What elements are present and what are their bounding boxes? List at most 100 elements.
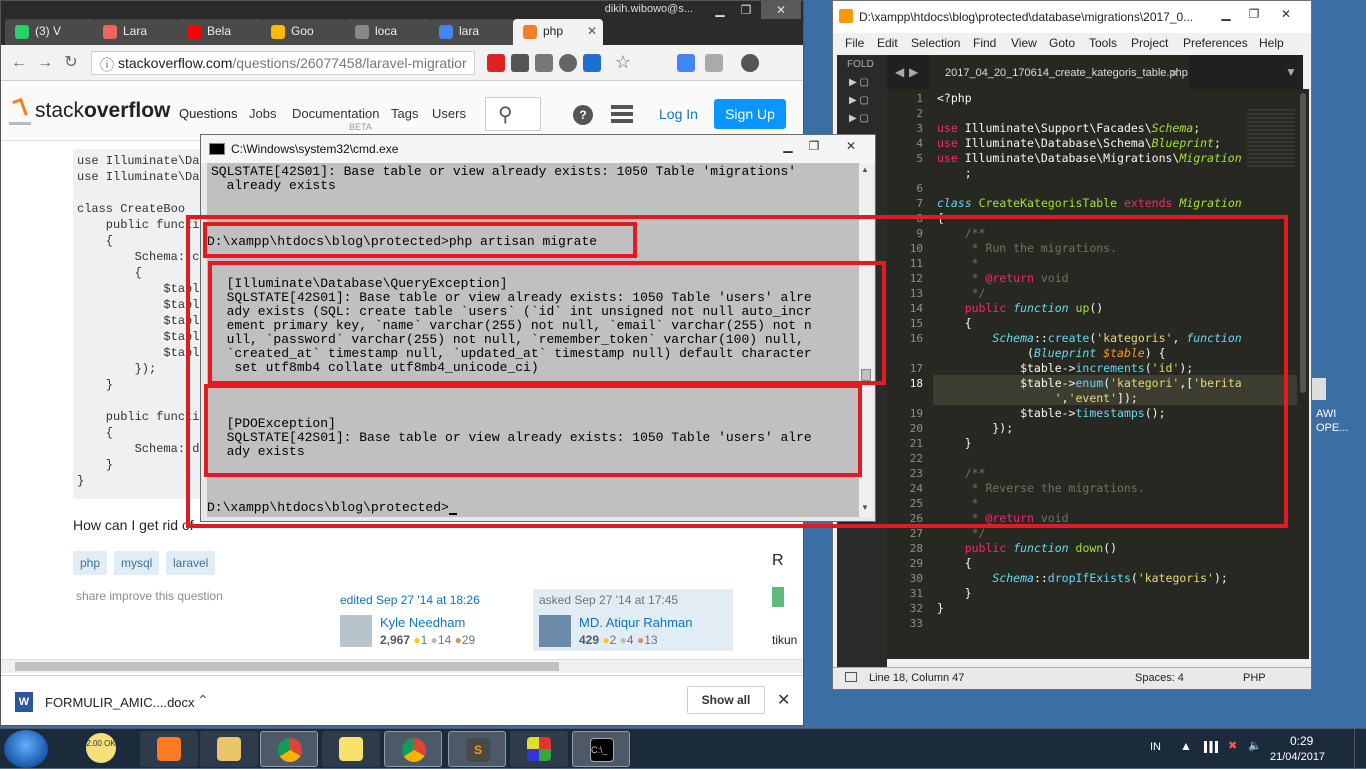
folder-item[interactable]: ▶ ▢ — [849, 95, 869, 106]
chrome-profile[interactable]: dikih.wibowo@s... — [605, 3, 693, 15]
nav-tags[interactable]: Tags — [391, 106, 418, 121]
sign-up-button[interactable]: Sign Up — [714, 99, 786, 129]
address-bar[interactable]: ⓘ stackoverflow.com/questions/26077458/l… — [91, 51, 475, 75]
browser-tab[interactable]: loca — [345, 19, 431, 45]
tab-nav-right-icon[interactable]: ▶ — [909, 65, 918, 79]
tab-dropdown-icon[interactable]: ▼ — [1285, 65, 1297, 79]
scroll-up-icon[interactable]: ▲ — [861, 165, 869, 174]
help-icon[interactable]: ? — [573, 105, 593, 125]
minimize-button[interactable]: ▁ — [775, 137, 801, 155]
speed-meter-badge[interactable]: 2.00 OK — [86, 733, 116, 763]
menu-edit[interactable]: Edit — [877, 36, 898, 50]
show-hidden-icons[interactable]: ▲ — [1180, 739, 1192, 753]
extension-icon[interactable] — [559, 54, 577, 72]
close-window-button[interactable]: ✕ — [1273, 5, 1299, 23]
pdf-extension-icon[interactable] — [487, 54, 505, 72]
taskbar-cmd[interactable]: C:\_ — [572, 731, 630, 767]
extension-icon[interactable] — [583, 54, 601, 72]
nav-users[interactable]: Users — [432, 106, 466, 121]
maximize-button[interactable]: ❐ — [801, 137, 827, 155]
menu-icon[interactable] — [611, 105, 633, 123]
taskbar-explorer[interactable] — [200, 731, 258, 767]
tag-mysql[interactable]: mysql — [114, 551, 160, 575]
show-all-button[interactable]: Show all — [687, 686, 765, 714]
show-desktop-button[interactable] — [1354, 729, 1366, 769]
extension-icon[interactable] — [535, 54, 553, 72]
extension-icon[interactable] — [511, 54, 529, 72]
nav-documentation[interactable]: Documentation — [292, 106, 379, 121]
tag-php[interactable]: php — [73, 551, 108, 575]
desktop-icon[interactable]: AWI OPE... — [1312, 378, 1366, 438]
download-item[interactable]: FORMULIR_AMIC....docx — [45, 695, 195, 710]
menu-tools[interactable]: Tools — [1089, 36, 1117, 50]
horizontal-scrollbar[interactable] — [1, 659, 803, 673]
search-button[interactable]: ⚲ — [485, 97, 541, 131]
menu-file[interactable]: File — [845, 36, 864, 50]
menu-view[interactable]: View — [1011, 36, 1037, 50]
forward-icon[interactable]: → — [35, 53, 55, 73]
chevron-up-icon[interactable]: ⌃ — [197, 692, 209, 709]
browser-tab[interactable]: lara — [429, 19, 515, 45]
bookmark-star-icon[interactable]: ☆ — [613, 52, 633, 72]
close-window-button[interactable]: ✕ — [831, 137, 871, 155]
taskbar-sublime[interactable]: S — [448, 731, 506, 767]
syntax-setting[interactable]: PHP — [1243, 672, 1266, 684]
avatar[interactable] — [340, 615, 372, 647]
clock-time[interactable]: 0:29 — [1290, 734, 1313, 748]
taskbar-chrome-alt[interactable] — [384, 731, 442, 767]
network-icon[interactable]: ✖ — [1228, 739, 1237, 752]
close-window-button[interactable]: ✕ — [761, 1, 801, 19]
taskbar-sticky-notes[interactable] — [322, 731, 380, 767]
back-icon[interactable]: ← — [9, 53, 29, 73]
nav-questions[interactable]: Questions — [179, 106, 238, 121]
clock-date[interactable]: 21/04/2017 — [1270, 751, 1325, 763]
browser-tab[interactable]: (3) V — [5, 19, 95, 45]
editor-tab[interactable]: 2017_04_20_170614_create_kategoris_table… — [929, 55, 1189, 89]
minimize-button[interactable]: ▁ — [1213, 5, 1239, 23]
log-in-link[interactable]: Log In — [659, 106, 698, 122]
user-link[interactable]: Kyle Needham — [380, 615, 465, 630]
extension-icon[interactable] — [705, 54, 723, 72]
menu-help[interactable]: Help — [1259, 36, 1284, 50]
avatar[interactable] — [539, 615, 571, 647]
share-links[interactable]: share improve this question — [76, 589, 223, 603]
minimize-button[interactable]: ▁ — [707, 1, 733, 19]
close-tab-icon[interactable]: ✕ — [587, 24, 597, 38]
indentation-setting[interactable]: Spaces: 4 — [1135, 672, 1184, 684]
browser-tab[interactable]: Goo — [261, 19, 347, 45]
menu-selection[interactable]: Selection — [911, 36, 960, 50]
close-tab-icon[interactable]: ✕ — [1170, 67, 1179, 80]
folder-item[interactable]: ▶ ▢ — [849, 77, 869, 88]
tag-laravel[interactable]: laravel — [166, 551, 216, 575]
panel-toggle-icon[interactable] — [845, 672, 857, 682]
taskbar-git[interactable] — [510, 731, 568, 767]
menu-project[interactable]: Project — [1131, 36, 1168, 50]
taskbar-chrome[interactable] — [260, 731, 318, 767]
browser-tab[interactable]: Lara — [93, 19, 179, 45]
nav-jobs[interactable]: Jobs — [249, 106, 276, 121]
menu-preferences[interactable]: Preferences — [1183, 36, 1248, 50]
tab-nav-left-icon[interactable]: ◀ — [895, 65, 904, 79]
signal-icon[interactable] — [1204, 741, 1218, 753]
translate-icon[interactable] — [677, 54, 695, 72]
close-icon[interactable]: ✕ — [777, 690, 790, 710]
start-button[interactable] — [4, 730, 48, 768]
scrollbar-thumb[interactable] — [1300, 93, 1306, 393]
browser-tab-active[interactable]: php ✕ — [513, 19, 603, 45]
folder-item[interactable]: ▶ ▢ — [849, 113, 869, 124]
editor-scrollbar[interactable] — [1297, 89, 1309, 659]
minimap[interactable] — [1247, 109, 1295, 169]
volume-icon[interactable]: 🔈 — [1248, 739, 1262, 752]
menu-goto[interactable]: Goto — [1049, 36, 1075, 50]
language-indicator[interactable]: IN — [1150, 741, 1161, 753]
user-link[interactable]: MD. Atiqur Rahman — [579, 615, 692, 630]
so-logo[interactable]: stackoverflow — [35, 99, 170, 123]
extension-icon[interactable] — [741, 54, 759, 72]
menu-find[interactable]: Find — [973, 36, 996, 50]
reload-icon[interactable]: ↻ — [61, 53, 81, 73]
browser-tab[interactable]: Bela — [177, 19, 263, 45]
taskbar-xampp[interactable] — [140, 731, 198, 767]
scrollbar-thumb[interactable] — [15, 662, 559, 671]
maximize-button[interactable]: ❐ — [733, 1, 759, 19]
maximize-button[interactable]: ❐ — [1241, 5, 1267, 23]
